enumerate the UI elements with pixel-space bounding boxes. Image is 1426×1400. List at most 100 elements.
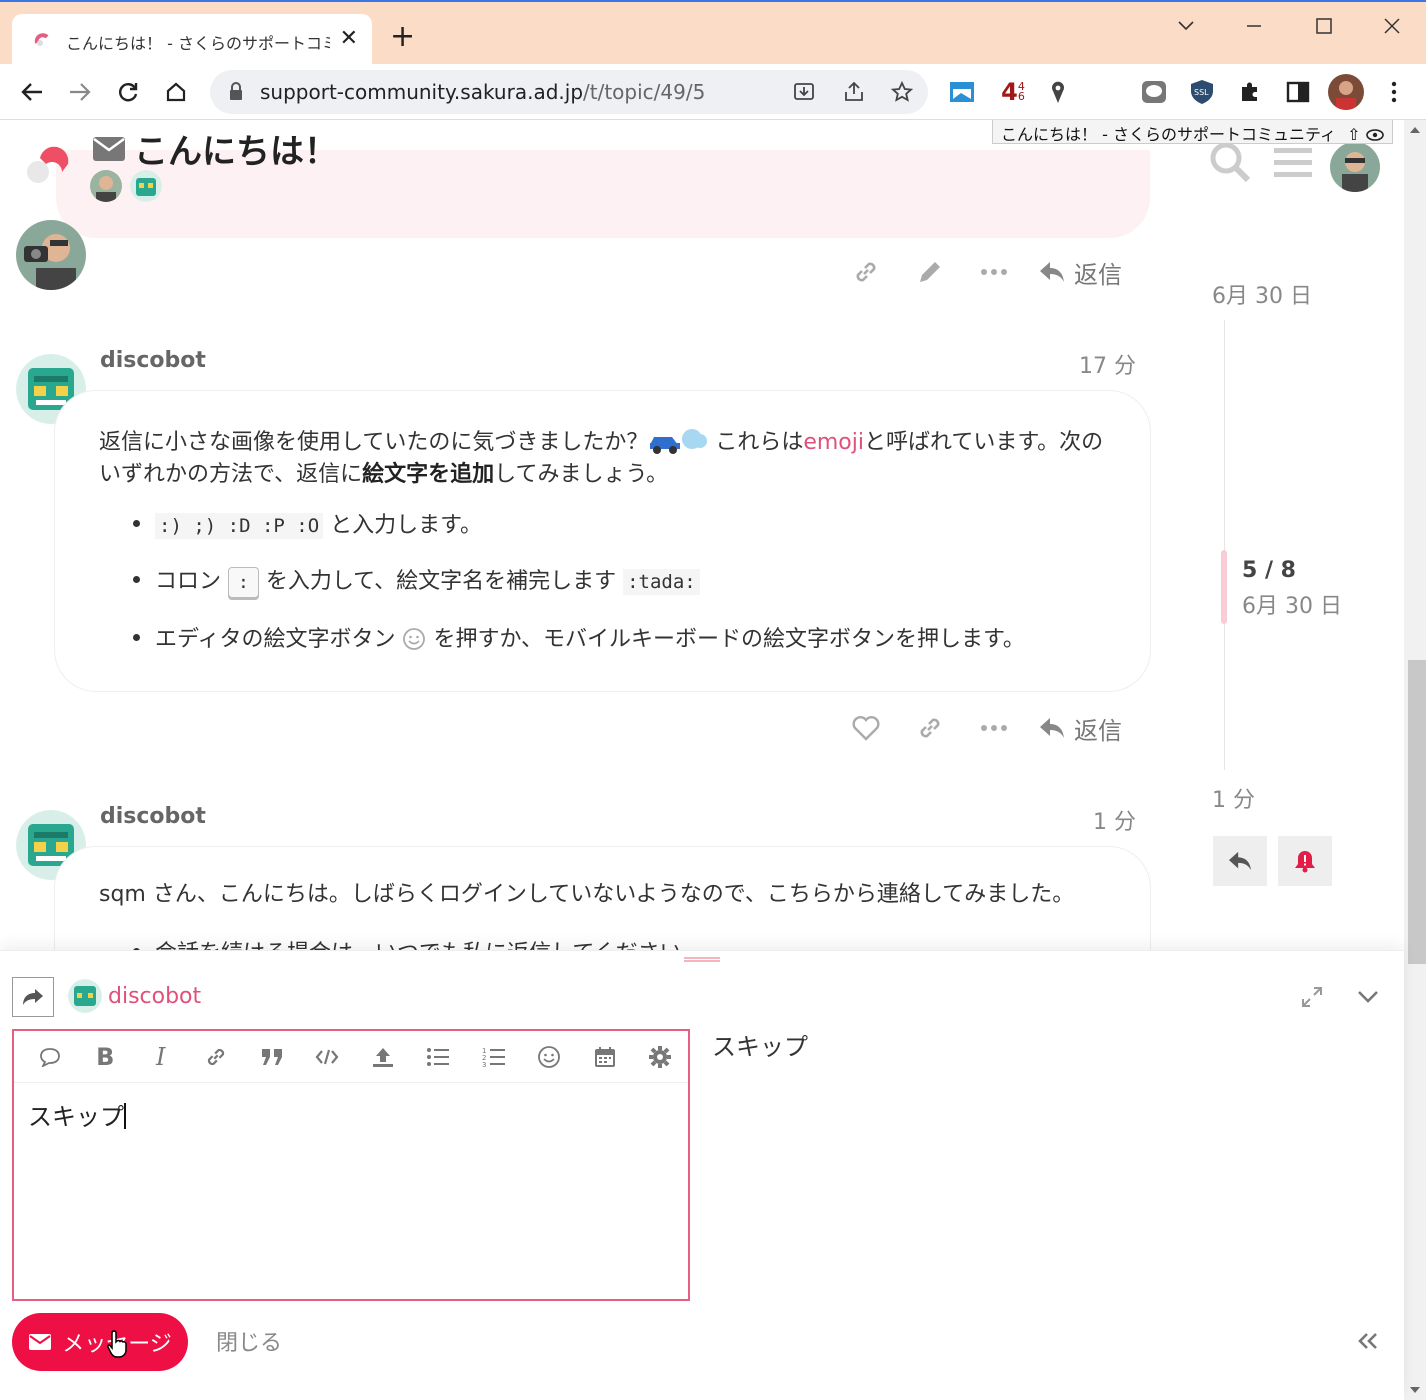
emoji-icon[interactable]: [522, 1035, 578, 1079]
address-bar[interactable]: support-community.sakura.ad.jp/t/topic/4…: [210, 70, 928, 114]
current-user-avatar[interactable]: [1330, 142, 1380, 192]
participant-avatar-user[interactable]: [90, 170, 122, 202]
bullet-list-icon[interactable]: [411, 1035, 467, 1079]
reload-button[interactable]: [110, 74, 146, 110]
emoji-link[interactable]: emoji: [803, 430, 864, 455]
reply-arrow-icon: [1040, 262, 1064, 282]
back-button[interactable]: [14, 74, 50, 110]
reply-button-previous[interactable]: 返信: [1026, 255, 1122, 290]
minimize-button[interactable]: [1224, 10, 1284, 42]
participant-avatar-discobot[interactable]: [130, 170, 162, 202]
composer-editor: B I 123 スキップ: [12, 1029, 690, 1301]
post-username[interactable]: discobot: [100, 804, 206, 829]
composer-action-button[interactable]: [12, 977, 54, 1017]
extension-window-icon[interactable]: [948, 78, 976, 106]
editor-textarea[interactable]: スキップ: [14, 1083, 688, 1146]
forward-button[interactable]: [62, 74, 98, 110]
timeline-end-label[interactable]: 1 分: [1212, 782, 1255, 814]
more-actions-icon[interactable]: [962, 708, 1026, 748]
post-text-d: してみましょう。: [494, 462, 669, 487]
hyperlink-icon[interactable]: [189, 1035, 245, 1079]
calendar-icon[interactable]: [577, 1035, 633, 1079]
tab-search-icon[interactable]: [1156, 10, 1216, 42]
list-item-text: エディタの絵文字ボタン: [155, 627, 403, 652]
code-icon[interactable]: [300, 1035, 356, 1079]
close-window-button[interactable]: [1362, 10, 1422, 42]
bookmark-star-icon[interactable]: [890, 80, 914, 104]
like-heart-icon[interactable]: [834, 708, 898, 748]
quote-bubble-icon[interactable]: [22, 1035, 78, 1079]
timeline-start-date[interactable]: 6月 30 日: [1212, 278, 1312, 310]
author-avatar-previous[interactable]: [16, 220, 86, 290]
list-item-text: を押すか、モバイルキーボードの絵文字ボタンを押します。: [426, 627, 1025, 652]
composer-resize-grip[interactable]: [684, 957, 720, 962]
url-text: support-community.sakura.ad.jp/t/topic/4…: [260, 80, 705, 104]
numbered-list-icon[interactable]: 123: [466, 1035, 522, 1079]
send-message-button[interactable]: メッセージ: [12, 1313, 188, 1371]
svg-text:3: 3: [482, 1061, 486, 1068]
timeline-position: 5 / 8: [1242, 558, 1296, 583]
site-logo-icon[interactable]: [22, 142, 72, 184]
edit-pencil-icon[interactable]: [898, 252, 962, 292]
post-username[interactable]: discobot: [100, 348, 206, 373]
ext-badge: 4: [1001, 78, 1018, 106]
collapse-composer-icon[interactable]: [1348, 977, 1388, 1017]
close-composer-link[interactable]: 閉じる: [216, 1325, 282, 1357]
browser-titlebar: こんにちは！ - さくらのサポートコミュニティ ✕ +: [0, 0, 1426, 66]
upload-icon[interactable]: [355, 1035, 411, 1079]
list-item: コロン : を入力して、絵文字名を補完します :tada:: [99, 563, 1109, 621]
side-panel-icon[interactable]: [1284, 78, 1312, 106]
hamburger-menu-icon[interactable]: [1274, 146, 1312, 180]
map-pin-extension-icon[interactable]: [1044, 78, 1072, 106]
page-scrollbar[interactable]: [1404, 120, 1426, 1400]
copy-link-icon[interactable]: [834, 252, 898, 292]
extension-counter-icon[interactable]: 446: [996, 78, 1030, 106]
new-tab-button[interactable]: +: [390, 22, 415, 52]
blockquote-icon[interactable]: [244, 1035, 300, 1079]
smiley-icon: [403, 628, 426, 650]
tab-title: こんにちは！ - さくらのサポートコミュニティ: [66, 34, 330, 53]
envelope-icon: [29, 1334, 52, 1350]
timeline-reply-button[interactable]: [1213, 836, 1267, 886]
scrollbar-thumb[interactable]: [1408, 660, 1426, 964]
browser-tab[interactable]: こんにちは！ - さくらのサポートコミュニティ ✕: [12, 14, 372, 66]
tab-close-icon[interactable]: ✕: [340, 26, 358, 51]
reply-button-post1[interactable]: 返信: [1026, 711, 1122, 746]
bold-icon[interactable]: B: [78, 1035, 134, 1079]
italic-icon[interactable]: I: [133, 1035, 189, 1079]
share-arrow-icon: [23, 989, 43, 1005]
topic-title[interactable]: こんにちは！: [134, 124, 338, 173]
text-caret: [124, 1103, 126, 1129]
toggle-preview-icon[interactable]: [1348, 1321, 1388, 1361]
search-icon[interactable]: [1208, 140, 1252, 184]
share-icon[interactable]: [842, 80, 866, 104]
more-actions-icon[interactable]: [962, 252, 1026, 292]
ssl-shield-icon[interactable]: SSL: [1188, 78, 1216, 106]
recipient-chip[interactable]: discobot: [68, 979, 201, 1013]
fullscreen-expand-icon[interactable]: [1292, 977, 1332, 1017]
profile-avatar[interactable]: [1328, 74, 1364, 110]
svg-text:SSL: SSL: [1194, 88, 1209, 97]
private-message-icon: [93, 137, 125, 161]
post-time[interactable]: 1 分: [1093, 804, 1136, 836]
post-time[interactable]: 17 分: [1079, 348, 1136, 380]
extensions-puzzle-icon[interactable]: [1236, 78, 1264, 106]
line-extension-icon[interactable]: [1140, 78, 1168, 106]
copy-link-icon[interactable]: [898, 708, 962, 748]
settings-gear-icon[interactable]: [633, 1035, 689, 1079]
browser-menu-icon[interactable]: [1380, 78, 1408, 106]
list-item-text: コロン: [155, 569, 228, 594]
home-button[interactable]: [158, 74, 194, 110]
keyboard-key: :: [228, 567, 259, 598]
notification-bell-button[interactable]: [1278, 836, 1332, 886]
timeline-handle[interactable]: [1221, 550, 1227, 624]
url-host: support-community.sakura.ad.jp: [260, 80, 584, 104]
ext-badge-sub: 6: [1017, 90, 1025, 103]
install-app-icon[interactable]: [792, 80, 816, 104]
car-emoji-icon: [650, 429, 708, 454]
hand-cursor-icon: [107, 1330, 127, 1358]
lock-icon: [230, 82, 242, 100]
editor-toolbar: B I 123: [14, 1031, 688, 1083]
reply-label: 返信: [1074, 260, 1122, 289]
maximize-button[interactable]: [1294, 10, 1354, 42]
